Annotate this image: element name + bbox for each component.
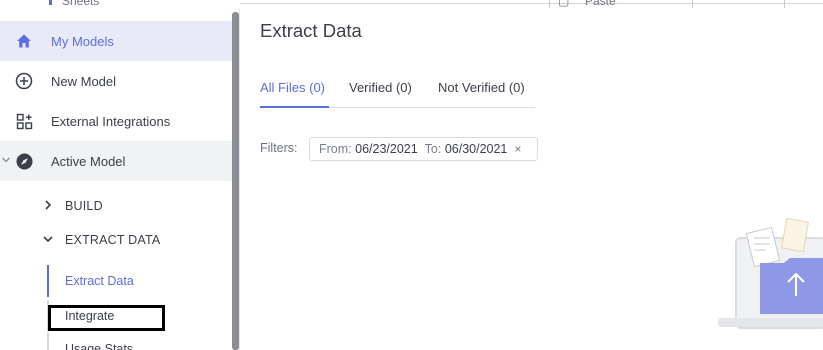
tab-not-verified[interactable]: Not Verified (0) xyxy=(438,80,525,95)
sidebar-leaf-usage-stats[interactable]: Usage Stats xyxy=(47,333,232,350)
top-strip: Sheets ▢ Paste xyxy=(0,0,823,8)
sidebar-group-label: BUILD xyxy=(65,199,103,213)
active-tab-indicator xyxy=(260,106,329,108)
chevron-down-icon xyxy=(2,157,10,163)
divider xyxy=(240,3,823,4)
divider xyxy=(692,0,693,8)
to-value: 06/30/2021 xyxy=(444,142,508,156)
divider xyxy=(549,0,550,8)
sidebar-group-extract-data[interactable]: EXTRACT DATA xyxy=(0,225,232,255)
divider xyxy=(784,0,785,8)
top-fragment-right: Paste xyxy=(585,0,616,8)
paste-icon: ▢ xyxy=(558,0,570,8)
sidebar-item-label: My Models xyxy=(51,33,114,49)
main-content: Extract Data All Files (0) Verified (0) … xyxy=(240,8,823,350)
upload-folder-illustration xyxy=(718,217,823,329)
sidebar-leaf-extract-data[interactable]: Extract Data xyxy=(47,265,232,297)
sidebar: My Models New Model External Integration… xyxy=(0,8,240,350)
home-icon xyxy=(15,32,33,50)
chevron-down-icon xyxy=(43,236,53,243)
sidebar-scrollbar[interactable] xyxy=(232,12,239,350)
sidebar-item-external-integrations[interactable]: External Integrations xyxy=(0,101,232,141)
sidebar-item-label: External Integrations xyxy=(51,113,171,129)
highlight-box xyxy=(48,305,165,331)
sidebar-item-label: Active Model xyxy=(51,153,126,169)
tab-bar: All Files (0) Verified (0) Not Verified … xyxy=(260,74,535,108)
top-fragment-left: Sheets xyxy=(62,0,100,8)
from-label: From: xyxy=(319,142,352,156)
grid-plus-icon xyxy=(15,112,33,130)
sidebar-leaf-label: Extract Data xyxy=(65,274,134,288)
sidebar-item-active-model[interactable]: Active Model xyxy=(0,141,232,181)
close-icon[interactable]: × xyxy=(514,142,521,156)
compass-icon xyxy=(15,152,33,170)
sheets-icon xyxy=(49,0,52,5)
sidebar-item-my-models[interactable]: My Models xyxy=(0,21,232,61)
page-title: Extract Data xyxy=(260,20,362,41)
chevron-right-icon xyxy=(45,200,52,210)
date-filter-chip[interactable]: From: 06/23/2021 To: 06/30/2021 × xyxy=(309,137,538,161)
sidebar-item-label: New Model xyxy=(51,73,117,89)
sidebar-group-label: EXTRACT DATA xyxy=(65,233,161,247)
tab-verified[interactable]: Verified (0) xyxy=(349,80,412,95)
sidebar-leaf-label: Usage Stats xyxy=(65,342,134,350)
filters-label: Filters: xyxy=(260,141,298,155)
from-value: 06/23/2021 xyxy=(355,142,418,156)
to-label: To: xyxy=(424,142,442,156)
tab-all-files[interactable]: All Files (0) xyxy=(260,80,325,95)
plus-circle-icon xyxy=(15,72,33,90)
sidebar-group-build[interactable]: BUILD xyxy=(0,191,232,221)
sidebar-item-new-model[interactable]: New Model xyxy=(0,61,232,101)
